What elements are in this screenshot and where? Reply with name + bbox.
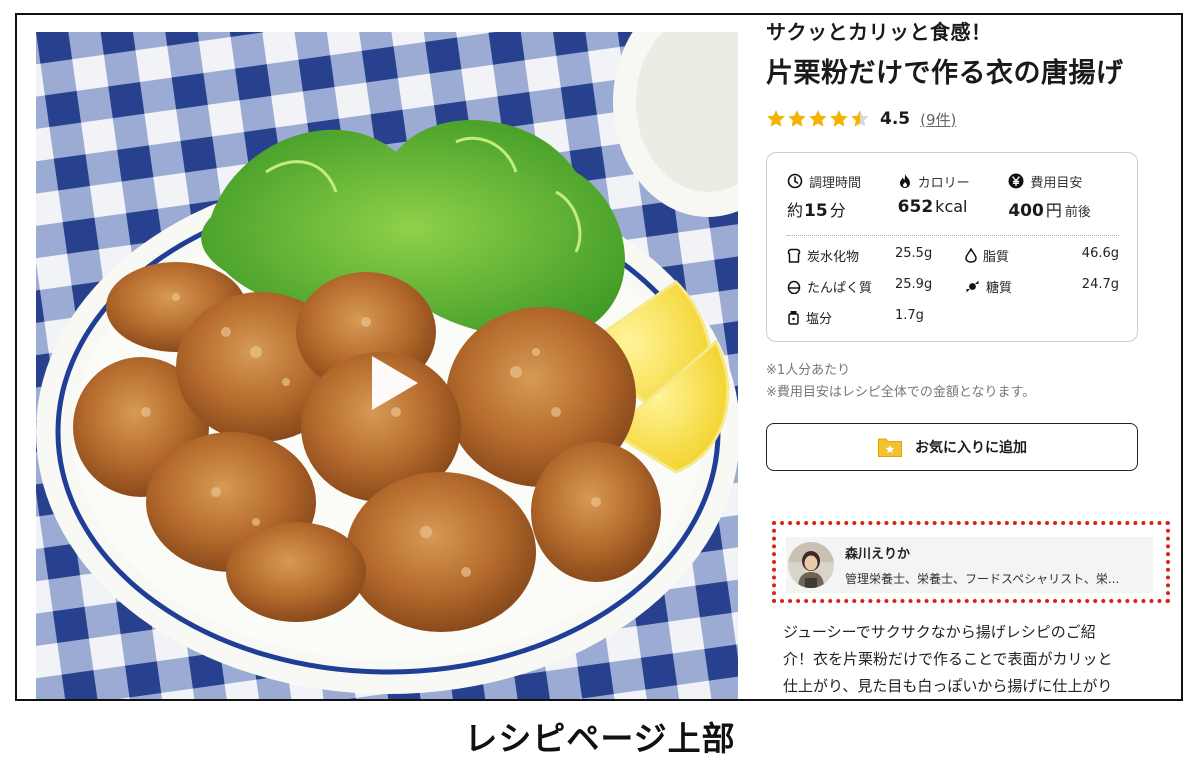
nutrition-divider — [787, 235, 1119, 236]
cost-suffix: 前後 — [1064, 205, 1091, 220]
flame-icon — [899, 174, 910, 188]
sugar-label: 糖質 — [965, 277, 1073, 296]
sugar-value: 24.7g — [1081, 277, 1119, 292]
per-serving-note: ※1人分あたり — [766, 363, 851, 378]
clock-icon — [787, 173, 803, 189]
add-favorite-button[interactable]: お気に入りに追加 — [766, 423, 1138, 471]
cooking-time-value: 15 — [804, 201, 828, 221]
avatar — [788, 542, 834, 588]
author-card[interactable]: 森川えりか 管理栄養士、栄養士、フードスペシャリスト、栄... — [786, 537, 1153, 593]
star-icon — [809, 110, 827, 127]
rating-value: 4.5 — [880, 109, 911, 129]
carbohydrate-label: 炭水化物 — [787, 246, 895, 265]
nutrition-notes: ※1人分あたり ※費用目安はレシピ全体での金額となります。 — [766, 360, 1138, 404]
page-caption: レシピページ上部 — [464, 719, 736, 758]
calorie-unit: kcal — [935, 197, 968, 216]
star-icon — [830, 110, 848, 127]
nutrition-grid: 炭水化物 25.5g 脂質 46.6g たんぱく質 25.9g 糖質 24.7g… — [787, 246, 1119, 327]
yen-icon — [1008, 173, 1024, 189]
nutrition-card: 調理時間 約 15 分 カロリー 652 kcal 費用目安 400 円 前後 … — [766, 152, 1138, 342]
review-count-link[interactable]: (9件) — [920, 109, 956, 130]
drop-icon — [965, 248, 977, 263]
cooking-time-stat: 調理時間 約 15 分 — [787, 171, 898, 221]
salt-value: 1.7g — [895, 308, 924, 323]
candy-icon — [966, 280, 979, 293]
cooking-time-prefix: 約 — [787, 201, 804, 220]
recipe-title: 片栗粉だけで作る衣の唐揚げ — [766, 58, 1124, 89]
rating-stars — [766, 109, 870, 129]
salt-label: 塩分 — [787, 308, 895, 327]
star-icon — [767, 110, 785, 127]
description-line: 仕上がり、見た目も白っぽいから揚げに仕上がり — [783, 677, 1113, 695]
protein-label: たんぱく質 — [787, 277, 895, 296]
fat-value: 46.6g — [1081, 246, 1119, 261]
calorie-label: カロリー — [917, 175, 970, 191]
cost-value: 400 — [1008, 201, 1044, 221]
carbohydrate-value: 25.5g — [895, 246, 933, 261]
recipe-info-panel: サクッとカリッと食感！ 片栗粉だけで作る衣の唐揚げ 4.5 (9件) 調理時間 … — [766, 18, 1138, 471]
bread-icon — [787, 248, 801, 263]
recipe-description: ジューシーでサクサクなから揚げレシピのご紹 介！衣を片栗粉だけで作ることで表面が… — [783, 619, 1155, 700]
salt-icon — [788, 311, 799, 325]
protein-value: 25.9g — [895, 277, 933, 292]
add-favorite-label: お気に入りに追加 — [915, 440, 1027, 456]
description-line: ジューシーでサクサクなから揚げレシピのご紹 — [783, 623, 1096, 641]
cooking-time-label: 調理時間 — [809, 175, 862, 191]
author-description: 管理栄養士、栄養士、フードスペシャリスト、栄... — [845, 572, 1120, 586]
fat-label: 脂質 — [965, 246, 1073, 265]
calorie-value: 652 — [897, 197, 934, 217]
author-name: 森川えりか — [845, 547, 911, 562]
cost-stat: 費用目安 400 円 前後 — [1008, 171, 1119, 221]
recipe-subtitle: サクッとカリッと食感！ — [766, 20, 992, 44]
star-icon — [851, 110, 869, 127]
egg-icon — [787, 280, 801, 294]
cooking-time-unit: 分 — [829, 201, 846, 220]
rating-row: 4.5 (9件) — [766, 104, 1138, 134]
recipe-photo[interactable] — [36, 32, 738, 699]
cost-note: ※費用目安はレシピ全体での金額となります。 — [766, 385, 1036, 400]
cost-unit: 円 — [1045, 201, 1062, 220]
play-icon[interactable] — [358, 350, 424, 416]
star-icon — [788, 110, 806, 127]
cost-label: 費用目安 — [1030, 175, 1083, 191]
calorie-stat: カロリー 652 kcal — [898, 171, 1009, 221]
folder-star-icon — [878, 438, 902, 457]
description-line: 介！衣を片栗粉だけで作ることで表面がカリッと — [783, 650, 1113, 668]
